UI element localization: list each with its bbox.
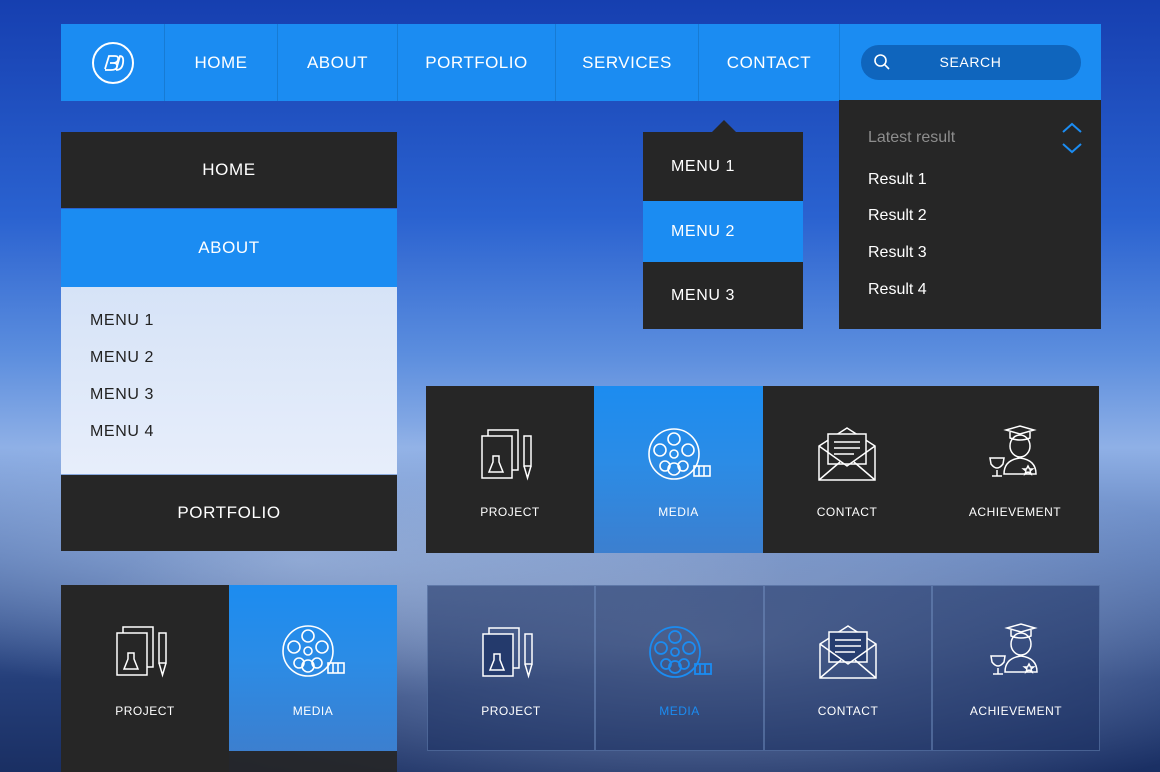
side-submenu-item-2[interactable]: MENU 2 [90,349,397,386]
tile-media-left[interactable]: MEDIA [229,585,397,751]
project-icon [482,627,533,679]
film-reel-icon [282,625,345,677]
side-menu-portfolio[interactable]: PORTFOLIO [61,475,397,551]
tile-label: CONTACT [817,704,879,718]
dropdown-item-2[interactable]: MENU 2 [643,201,803,262]
tile-label: ACHIEVEMENT [969,704,1063,718]
project-icon [481,429,532,481]
tile-label: PROJECT [481,704,541,718]
dropdown-caret [712,120,736,132]
nav-contact[interactable]: CONTACT [699,24,840,101]
search-results-panel: Latest result Result 1 Result 2 Result 3… [839,100,1101,329]
side-menu-about[interactable]: ABOUT [61,209,397,287]
results-heading: Latest result [868,129,956,146]
project-icon [116,626,167,678]
envelope-icon [819,625,877,679]
tile-achievement[interactable]: ACHIEVEMENT [931,386,1099,553]
tile-media[interactable]: MEDIA [594,386,763,553]
result-item-3[interactable]: Result 3 [868,244,927,262]
tile-label: ACHIEVEMENT [968,505,1062,519]
film-reel-icon [648,626,712,678]
side-submenu-item-1[interactable]: MENU 1 [90,312,397,349]
tile-label: CONTACT [816,505,878,519]
tile-label: MEDIA [659,704,700,718]
nav-home[interactable]: HOME [165,24,278,101]
nav-about[interactable]: ABOUT [278,24,398,101]
tile-label: PROJECT [480,505,540,519]
chevron-down-icon[interactable] [1061,142,1083,154]
achievement-icon [990,623,1038,675]
glass-tile-media[interactable]: MEDIA [595,585,764,751]
side-menu-home[interactable]: HOME [61,132,397,208]
top-navbar: HOME ABOUT PORTFOLIO SERVICES CONTACT SE… [61,24,1101,101]
brand-logo[interactable] [61,24,165,101]
tile-partial-left [61,751,229,772]
nav-portfolio[interactable]: PORTFOLIO [398,24,556,101]
chevron-up-icon[interactable] [1061,122,1083,134]
brand-logo-icon [91,41,134,84]
search-icon [873,54,890,70]
tile-project[interactable]: PROJECT [426,386,594,553]
envelope-icon [818,427,876,481]
search-input[interactable]: SEARCH [860,45,1081,80]
film-reel-icon [647,428,711,480]
glass-tile-achievement[interactable]: ACHIEVEMENT [932,585,1100,751]
tile-project-left[interactable]: PROJECT [61,585,229,751]
result-item-2[interactable]: Result 2 [868,207,927,225]
side-submenu-item-4[interactable]: MENU 4 [90,423,397,460]
tile-label: MEDIA [658,505,699,519]
nav-services[interactable]: SERVICES [556,24,699,101]
glass-tile-contact[interactable]: CONTACT [764,585,932,751]
tile-label: PROJECT [115,704,175,718]
search-area: SEARCH [840,24,1101,101]
achievement-icon [989,425,1037,477]
search-label: SEARCH [939,54,1002,70]
dropdown-item-1[interactable]: MENU 1 [643,132,803,201]
results-scroll-arrows [1061,122,1083,154]
tile-partial-right [229,751,397,772]
dropdown-item-3[interactable]: MENU 3 [643,262,803,329]
result-item-1[interactable]: Result 1 [868,171,927,189]
side-submenu: MENU 1 MENU 2 MENU 3 MENU 4 [61,287,397,474]
tile-contact[interactable]: CONTACT [763,386,931,553]
result-item-4[interactable]: Result 4 [868,281,927,299]
glass-tile-project[interactable]: PROJECT [427,585,595,751]
side-submenu-item-3[interactable]: MENU 3 [90,386,397,423]
tile-label: MEDIA [292,704,334,718]
